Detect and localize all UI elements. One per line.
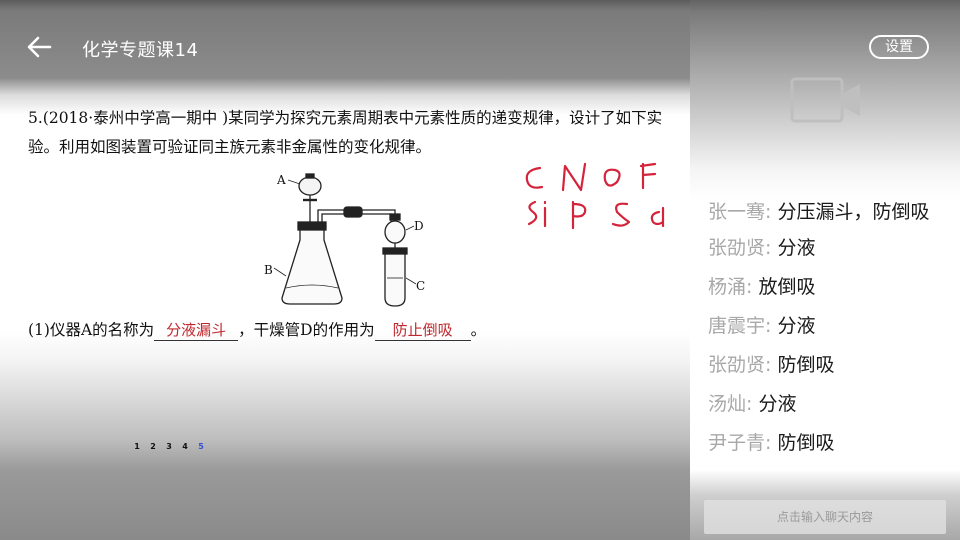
chat-message: 杨涌: 放倒吸 (708, 274, 948, 300)
page-dot-2[interactable]: 2 (148, 442, 158, 451)
page-dot-3[interactable]: 3 (164, 442, 174, 451)
question-part-1: (1)仪器A的名称为 分液漏斗 ，干燥管D的作用为 防止倒吸。 (28, 318, 486, 341)
chat-user: 汤灿: (708, 393, 753, 415)
chat-text: 防倒吸 (777, 354, 835, 376)
chat-user: 唐震宇: (708, 315, 772, 337)
chat-input[interactable]: 点击输入聊天内容 (704, 500, 946, 534)
answer-blank-a: 分液漏斗 (154, 319, 239, 341)
chat-panel: 设置 张一骞: 分压漏斗，防倒吸 张劭贤: 分液 杨涌: 放倒吸 唐震宇: 分液… (690, 0, 960, 540)
apparatus-diagram: A B D C (264, 173, 425, 307)
chat-user: 张劭贤: (708, 237, 772, 259)
chat-message: 尹子青: 防倒吸 (708, 430, 948, 456)
chat-user: 尹子青: (708, 432, 772, 454)
slide-content: 5.(2018·泰州中学高一期中 )某同学为探究元素周期表中元素性质的递变规律，… (0, 92, 690, 452)
chat-user: 杨涌: (708, 276, 753, 298)
top-bar: 化学专题课14 (0, 14, 690, 78)
settings-button[interactable]: 设置 (869, 35, 929, 59)
part1-suffix: 。 (470, 321, 487, 339)
chat-text: 分液 (777, 315, 816, 337)
part1-prefix: (1)仪器A的名称为 (28, 321, 155, 339)
chat-text: 分液 (777, 237, 816, 259)
page-dot-1[interactable]: 1 (132, 442, 142, 451)
chat-message: 汤灿: 分液 (708, 391, 948, 417)
answer-blank-b: 防止倒吸 (374, 319, 471, 341)
page-dot-5[interactable]: 5 (196, 442, 206, 451)
label-d: D (414, 219, 424, 233)
chat-text: 放倒吸 (758, 276, 816, 298)
label-b: B (264, 263, 273, 277)
chat-text: 分压漏斗，防倒吸 (777, 201, 930, 223)
page-dot-4[interactable]: 4 (180, 442, 190, 451)
chat-message: 张劭贤: 分液 (708, 235, 948, 261)
lesson-area: 化学专题课14 5.(2018·泰州中学高一期中 )某同学为探究元素周期表中元素… (0, 0, 690, 540)
label-c: C (416, 279, 425, 293)
page-title: 化学专题课14 (82, 40, 199, 61)
handwriting-annotation (525, 162, 665, 230)
chat-text: 分液 (758, 393, 797, 415)
arrow-left-icon (27, 36, 52, 58)
chat-user: 张劭贤: (708, 354, 772, 376)
label-a: A (276, 173, 286, 187)
chat-message: 张一骞: 分压漏斗，防倒吸 (708, 198, 948, 226)
chat-message: 张劭贤: 防倒吸 (708, 352, 948, 378)
chat-user: 张一骞: (708, 201, 772, 223)
page-indicator: 1 2 3 4 5 (132, 442, 206, 451)
part1-middle: ，干燥管D的作用为 (238, 321, 375, 339)
chat-message-list: 张一骞: 分压漏斗，防倒吸 张劭贤: 分液 杨涌: 放倒吸 唐震宇: 分液 张劭… (708, 198, 948, 469)
chat-text: 防倒吸 (777, 432, 835, 454)
back-button[interactable] (24, 32, 54, 62)
question-stem: 5.(2018·泰州中学高一期中 )某同学为探究元素周期表中元素性质的递变规律，… (28, 109, 663, 156)
chat-message: 唐震宇: 分液 (708, 313, 948, 339)
video-camera-icon[interactable] (790, 76, 864, 126)
